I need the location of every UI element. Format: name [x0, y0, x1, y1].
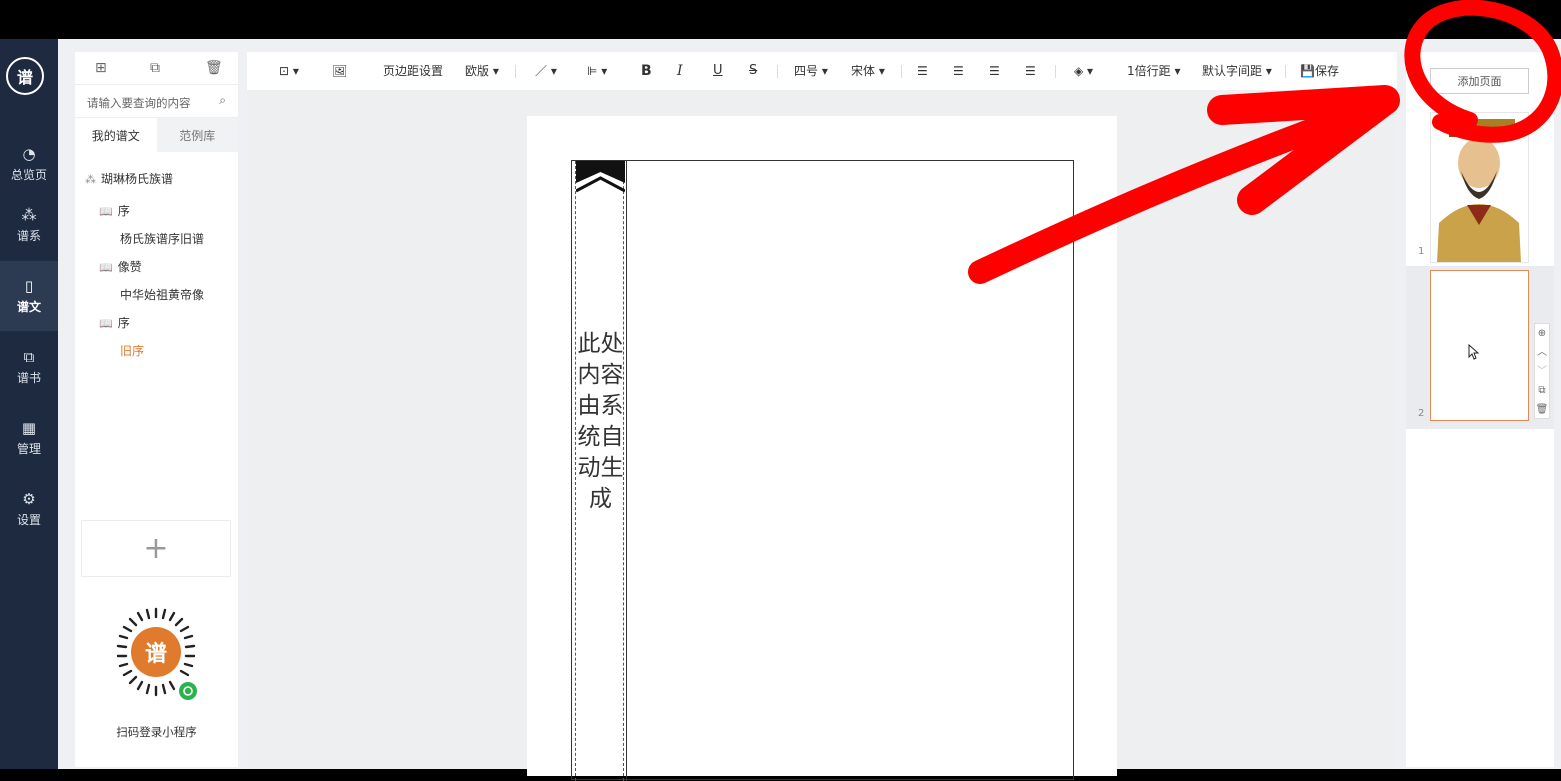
layers-icon: ◈: [1074, 64, 1084, 78]
page-number: 1: [1418, 246, 1425, 257]
move-down-icon[interactable]: ﹀: [1535, 362, 1549, 381]
mouse-cursor-icon: [1468, 344, 1480, 360]
save-icon: 💾: [1300, 64, 1315, 78]
nav-item-genealogy[interactable]: ⁂ 谱系: [0, 190, 58, 260]
document-icon: ▯: [24, 276, 34, 295]
tree-folder[interactable]: 📖 序: [99, 314, 130, 331]
qr-caption: 扫码登录小程序: [116, 725, 197, 739]
trash-icon[interactable]: 🗑: [205, 60, 223, 76]
delete-icon[interactable]: 🗑: [1535, 400, 1549, 419]
banner-inner: 此处内容由系统自动生成: [575, 161, 625, 781]
hierarchy-icon: ⁂: [85, 173, 96, 186]
page-frame: 此处内容由系统自动生成: [571, 160, 1074, 781]
toolbar-divider: [515, 65, 516, 78]
page-list-panel: 添加页面 1 2 ⊕ ︿ ﹀ ⧉ 🗑: [1406, 52, 1554, 767]
tree-toolbar: ⊞ ⧉ 🗑: [75, 52, 238, 85]
font-size-dropdown[interactable]: 四号 ▾: [794, 63, 828, 79]
line-icon: ／: [535, 64, 548, 78]
letter-spacing-dropdown[interactable]: 默认字间距 ▾: [1202, 63, 1272, 79]
align-left-icon[interactable]: ☰: [917, 63, 928, 79]
page-number: 2: [1418, 408, 1425, 419]
tree-root[interactable]: ⁂ 瑚琳杨氏族谱: [85, 170, 173, 187]
app-window: 谱 ◔ 总览页 ⁂ 谱系 ▯ 谱文 ⧉ 谱书 ▦ 管理 ⚙ 设置 ⊞ ⧉ 🗑 请…: [0, 39, 1561, 781]
align-tool[interactable]: ⊫ ▾: [587, 63, 607, 79]
nav-item-overview[interactable]: ◔ 总览页: [0, 129, 58, 199]
align-right-icon[interactable]: ☰: [989, 63, 1000, 79]
tab-examples[interactable]: 范例库: [156, 118, 238, 152]
banner-chevron-icon: [576, 161, 625, 193]
save-button[interactable]: 💾保存: [1300, 63, 1339, 79]
layout-dropdown[interactable]: 欧版 ▾: [465, 63, 499, 79]
line-spacing-dropdown[interactable]: 1倍行距 ▾: [1127, 63, 1180, 79]
grid-icon: ▦: [21, 418, 37, 437]
italic-button[interactable]: I: [677, 63, 683, 79]
nav-item-settings[interactable]: ⚙ 设置: [0, 474, 58, 544]
align-left-bar-icon: ⊫: [587, 64, 598, 78]
strike-button[interactable]: S: [749, 63, 757, 79]
toolbar-divider: [1285, 65, 1286, 78]
text-box-icon: ⊡: [279, 64, 290, 78]
nav-item-articles[interactable]: ▯ 谱文: [0, 261, 58, 331]
editor-canvas: 此处内容由系统自动生成: [247, 90, 1397, 781]
gear-icon: ⚙: [22, 489, 36, 508]
page-actions: ⊕ ︿ ﹀ ⧉ 🗑: [1534, 323, 1550, 419]
tab-my-articles[interactable]: 我的谱文: [75, 118, 157, 152]
editor-toolbar: ⊡ ▾ 🖼 页边距设置 欧版 ▾ ／ ▾ ⊫ ▾ B I U S 四号 ▾ 宋体…: [247, 52, 1397, 90]
plus-icon: +: [143, 531, 169, 566]
tree-icon: ⁂: [21, 205, 37, 224]
tree-leaf[interactable]: 杨氏族谱序旧谱: [120, 230, 204, 247]
tree-search[interactable]: 请输入要查询的内容 ⌕: [75, 85, 238, 118]
left-nav: 谱 ◔ 总览页 ⁂ 谱系 ▯ 谱文 ⧉ 谱书 ▦ 管理 ⚙ 设置: [0, 39, 58, 769]
add-page-button[interactable]: 添加页面: [1430, 68, 1529, 94]
page-thumbnail[interactable]: [1430, 112, 1529, 263]
tree-folder[interactable]: 📖 像赞: [99, 258, 142, 275]
title-banner[interactable]: 此处内容由系统自动生成: [572, 161, 627, 781]
underline-button[interactable]: U: [713, 63, 723, 79]
toolbar-divider: [901, 65, 902, 78]
image-icon[interactable]: 🖼: [332, 63, 347, 79]
add-file-icon[interactable]: ⊞: [95, 60, 107, 76]
document-page[interactable]: 此处内容由系统自动生成: [527, 116, 1117, 781]
article-tree-panel: ⊞ ⧉ 🗑 请输入要查询的内容 ⌕ 我的谱文 范例库 ⁂ 瑚琳杨氏族谱 📖 序 杨氏…: [75, 52, 238, 767]
tree-tabs: 我的谱文 范例库: [75, 118, 238, 152]
nav-item-manage[interactable]: ▦ 管理: [0, 403, 58, 473]
app-logo[interactable]: 谱: [6, 57, 44, 95]
copy-icon[interactable]: ⧉: [150, 60, 160, 76]
search-input[interactable]: 请输入要查询的内容: [87, 95, 191, 111]
search-icon[interactable]: ⌕: [219, 93, 226, 108]
book-icon: ⧉: [23, 347, 35, 366]
pie-chart-icon: ◔: [22, 144, 36, 163]
page-thumb-slot-selected[interactable]: 2: [1406, 266, 1554, 429]
svg-text:谱: 谱: [145, 641, 167, 667]
auto-generated-text: 此处内容由系统自动生成: [577, 331, 624, 512]
portrait-image-icon: [1437, 119, 1521, 262]
book-open-icon: 📖: [99, 205, 113, 218]
justify-icon[interactable]: ☰: [1025, 63, 1036, 79]
layers-tool[interactable]: ◈ ▾: [1074, 63, 1093, 79]
move-up-icon[interactable]: ︿: [1535, 343, 1549, 362]
text-box-tool[interactable]: ⊡ ▾: [279, 63, 299, 79]
qr-code-icon: 谱: [116, 607, 197, 700]
tree-leaf-active[interactable]: 旧序: [120, 342, 144, 359]
book-open-icon: 📖: [99, 317, 113, 330]
duplicate-icon[interactable]: ⧉: [1535, 381, 1549, 400]
bold-button[interactable]: B: [641, 63, 652, 79]
add-article-button[interactable]: +: [81, 520, 231, 577]
book-open-icon: 📖: [99, 261, 113, 274]
toolbar-divider: [1055, 65, 1056, 78]
page-thumb-slot[interactable]: 1: [1406, 108, 1554, 271]
tree-leaf[interactable]: 中华始祖黄帝像: [120, 286, 204, 303]
toolbar-divider: [777, 65, 778, 78]
margin-settings-button[interactable]: 页边距设置: [383, 63, 443, 79]
nav-item-books[interactable]: ⧉ 谱书: [0, 332, 58, 402]
align-center-icon[interactable]: ☰: [953, 63, 964, 79]
tree-folder[interactable]: 📖 序: [99, 202, 130, 219]
add-circle-icon[interactable]: ⊕: [1535, 324, 1549, 343]
line-tool[interactable]: ／ ▾: [535, 63, 557, 79]
font-family-dropdown[interactable]: 宋体 ▾: [851, 63, 885, 79]
